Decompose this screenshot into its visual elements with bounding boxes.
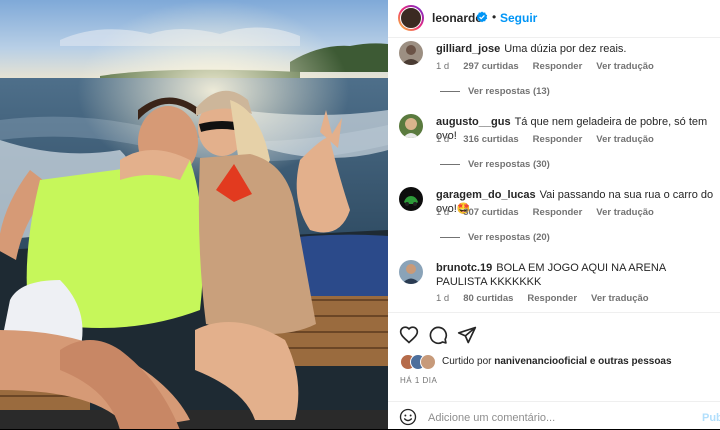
post-photo[interactable] bbox=[0, 0, 388, 429]
comment-meta: 1 d 297 curtidas Responder Ver tradução bbox=[436, 61, 668, 72]
comment-icon[interactable] bbox=[428, 325, 448, 345]
comment-avatar[interactable] bbox=[399, 41, 423, 65]
comment-avatar[interactable] bbox=[399, 260, 423, 284]
comment-time[interactable]: 1 d bbox=[436, 293, 449, 304]
comment-time[interactable]: 1 d bbox=[436, 61, 449, 72]
comment-time[interactable]: 1 d bbox=[436, 207, 449, 218]
comment-meta: 1 d 80 curtidas Responder Ver tradução bbox=[436, 293, 663, 304]
post-header: leonardo • Seguir bbox=[388, 0, 720, 38]
comment-likes[interactable]: 316 curtidas bbox=[463, 134, 518, 145]
share-icon[interactable] bbox=[457, 325, 477, 345]
comment-username[interactable]: gilliard_jose bbox=[436, 43, 500, 55]
reply-button[interactable]: Responder bbox=[533, 134, 583, 145]
comment-username[interactable]: brunotc.19 bbox=[436, 262, 492, 274]
liked-avatars[interactable] bbox=[400, 354, 440, 370]
comment-meta: 1 d 307 curtidas Responder Ver tradução bbox=[436, 207, 668, 218]
liked-by-others[interactable]: e outras pessoas bbox=[590, 356, 672, 367]
comment-username[interactable]: garagem_do_lucas bbox=[436, 189, 536, 201]
view-replies-button[interactable]: Ver respostas (30) bbox=[440, 159, 550, 170]
comment-avatar[interactable] bbox=[399, 114, 423, 138]
comments-panel: leonardo • Seguir gilliard_jose Uma dúzia… bbox=[388, 0, 720, 429]
publish-button[interactable]: Publicar bbox=[702, 412, 720, 424]
add-comment-bar: Adicione um comentário... Publicar bbox=[388, 401, 720, 430]
liked-by: Curtido por nanivenanciooficial e outras… bbox=[400, 352, 720, 372]
heart-icon[interactable] bbox=[399, 325, 419, 345]
view-replies-button[interactable]: Ver respostas (13) bbox=[440, 86, 550, 97]
view-replies-label: Ver respostas (13) bbox=[468, 86, 550, 97]
reply-button[interactable]: Responder bbox=[533, 61, 583, 72]
replies-divider bbox=[440, 163, 460, 165]
liked-by-user[interactable]: nanivenanciooficial bbox=[494, 356, 587, 367]
comment-likes[interactable]: 307 curtidas bbox=[463, 207, 518, 218]
header-separator: • bbox=[492, 10, 497, 24]
view-replies-label: Ver respostas (30) bbox=[468, 159, 550, 170]
replies-divider bbox=[440, 90, 460, 92]
comment-input[interactable]: Adicione um comentário... bbox=[428, 412, 555, 424]
translate-button[interactable]: Ver tradução bbox=[596, 207, 654, 218]
emoji-icon[interactable] bbox=[399, 408, 417, 426]
comment-time[interactable]: 1 d bbox=[436, 134, 449, 145]
replies-divider bbox=[440, 236, 460, 238]
comment-avatar[interactable] bbox=[399, 187, 423, 211]
translate-button[interactable]: Ver tradução bbox=[591, 293, 649, 304]
translate-button[interactable]: Ver tradução bbox=[596, 134, 654, 145]
comment-likes[interactable]: 297 curtidas bbox=[463, 61, 518, 72]
post-actions bbox=[388, 312, 720, 353]
translate-button[interactable]: Ver tradução bbox=[596, 61, 654, 72]
post-time[interactable]: HÁ 1 DIA bbox=[400, 376, 437, 385]
author-avatar[interactable] bbox=[398, 5, 424, 31]
comment-meta: 1 d 316 curtidas Responder Ver tradução bbox=[436, 134, 668, 145]
view-replies-label: Ver respostas (20) bbox=[468, 232, 550, 243]
reply-button[interactable]: Responder bbox=[527, 293, 577, 304]
view-replies-button[interactable]: Ver respostas (20) bbox=[440, 232, 550, 243]
comment-text: Uma dúzia por dez reais. bbox=[504, 43, 627, 55]
comment-username[interactable]: augusto__gus bbox=[436, 116, 511, 128]
comment-likes[interactable]: 80 curtidas bbox=[463, 293, 513, 304]
liked-by-prefix: Curtido por bbox=[442, 356, 492, 367]
reply-button[interactable]: Responder bbox=[533, 207, 583, 218]
photo-image bbox=[0, 0, 388, 429]
verified-badge-icon bbox=[476, 11, 488, 23]
follow-button[interactable]: Seguir bbox=[500, 11, 537, 25]
